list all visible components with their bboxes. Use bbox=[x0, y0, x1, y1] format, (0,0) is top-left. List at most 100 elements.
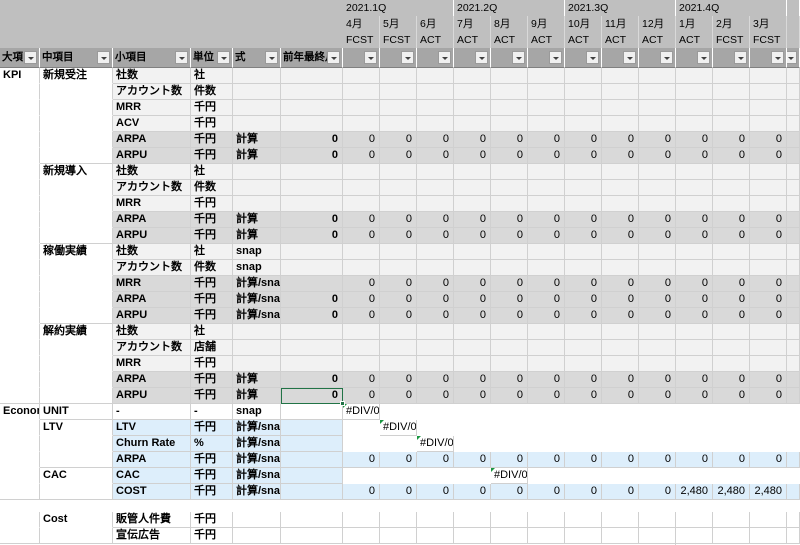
cost-row-1-prev[interactable] bbox=[281, 528, 343, 544]
cost-row-1-col-8[interactable] bbox=[639, 528, 676, 544]
kpi-row-2-col-9[interactable] bbox=[676, 100, 713, 116]
kpi-row-9-formula[interactable]: 計算 bbox=[233, 212, 281, 228]
kpi-row-0-col-2[interactable] bbox=[417, 68, 454, 84]
kpi-row-16-col-2[interactable] bbox=[417, 324, 454, 340]
kpi-row-9-col-10[interactable]: 0 bbox=[713, 212, 750, 228]
kpi-row-0-col-10[interactable] bbox=[713, 68, 750, 84]
kpi-row-19-col-11[interactable]: 0 bbox=[750, 372, 787, 388]
kpi-row-14-col-0[interactable]: 0 bbox=[343, 292, 380, 308]
kpi-row-9-col-11[interactable]: 0 bbox=[750, 212, 787, 228]
kpi-row-18-formula[interactable] bbox=[233, 356, 281, 372]
chevron-down-icon[interactable] bbox=[512, 51, 525, 64]
kpi-row-3-unit[interactable]: 千円 bbox=[191, 116, 233, 132]
kpi-row-7-col-8[interactable] bbox=[639, 180, 676, 196]
kpi-row-16-major[interactable] bbox=[0, 324, 40, 340]
kpi-row-2-col-3[interactable] bbox=[454, 100, 491, 116]
kpi-row-8-col-11[interactable] bbox=[750, 196, 787, 212]
kpi-row-18-col-9[interactable] bbox=[676, 356, 713, 372]
kpi-row-7-col-5[interactable] bbox=[528, 180, 565, 196]
cost-row-0-col-0[interactable] bbox=[343, 512, 380, 528]
kpi-row-3-formula[interactable] bbox=[233, 116, 281, 132]
kpi-row-13-major[interactable] bbox=[0, 276, 40, 292]
kpi-row-14-minor[interactable]: ARPA bbox=[113, 292, 191, 308]
kpi-row-11-col-6[interactable] bbox=[565, 244, 602, 260]
kpi-row-14-col-partial[interactable] bbox=[787, 292, 800, 308]
kpi-row-2-prev[interactable] bbox=[281, 100, 343, 116]
kpi-row-19-col-7[interactable]: 0 bbox=[602, 372, 639, 388]
kpi-row-26-prev[interactable] bbox=[281, 484, 343, 500]
kpi-row-9-col-partial[interactable] bbox=[787, 212, 800, 228]
kpi-row-17-middle[interactable] bbox=[40, 340, 113, 356]
kpi-row-21-minor[interactable]: - bbox=[113, 404, 191, 420]
kpi-row-8-col-4[interactable] bbox=[491, 196, 528, 212]
kpi-row-24-middle[interactable] bbox=[40, 452, 113, 468]
kpi-row-2-col-8[interactable] bbox=[639, 100, 676, 116]
kpi-row-24-col-0[interactable]: 0 bbox=[343, 452, 380, 468]
kpi-row-8-col-8[interactable] bbox=[639, 196, 676, 212]
kpi-row-0-col-8[interactable] bbox=[639, 68, 676, 84]
kpi-row-8-prev[interactable] bbox=[281, 196, 343, 212]
kpi-row-24-unit[interactable]: 千円 bbox=[191, 452, 233, 468]
kpi-row-25-unit[interactable]: 千円 bbox=[191, 468, 233, 484]
chevron-down-icon[interactable] bbox=[265, 51, 278, 64]
kpi-row-21-middle[interactable]: UNIT bbox=[40, 404, 113, 420]
kpi-row-6-col-4[interactable] bbox=[491, 164, 528, 180]
kpi-row-15-major[interactable] bbox=[0, 308, 40, 324]
kpi-row-22-formula[interactable]: 計算/snap bbox=[233, 420, 281, 436]
kpi-row-8-col-1[interactable] bbox=[380, 196, 417, 212]
kpi-row-18-col-2[interactable] bbox=[417, 356, 454, 372]
kpi-row-16-col-4[interactable] bbox=[491, 324, 528, 340]
kpi-row-11-col-partial[interactable] bbox=[787, 244, 800, 260]
kpi-row-13-unit[interactable]: 千円 bbox=[191, 276, 233, 292]
kpi-row-1-col-0[interactable] bbox=[343, 84, 380, 100]
kpi-row-0-col-4[interactable] bbox=[491, 68, 528, 84]
kpi-row-16-col-partial[interactable] bbox=[787, 324, 800, 340]
kpi-row-16-middle[interactable]: 解約実績 bbox=[40, 324, 113, 340]
kpi-row-26-col-5[interactable]: 0 bbox=[528, 484, 565, 500]
cost-row-1-col-partial[interactable] bbox=[787, 528, 800, 544]
kpi-row-23-middle[interactable] bbox=[40, 436, 113, 452]
kpi-row-16-formula[interactable] bbox=[233, 324, 281, 340]
chevron-down-icon[interactable] bbox=[623, 51, 636, 64]
kpi-row-1-major[interactable] bbox=[0, 84, 40, 100]
kpi-row-12-minor[interactable]: アカウント数 bbox=[113, 260, 191, 276]
cost-row-0-major[interactable] bbox=[0, 512, 40, 528]
kpi-row-14-middle[interactable] bbox=[40, 292, 113, 308]
kpi-row-26-minor[interactable]: COST bbox=[113, 484, 191, 500]
cost-row-1-col-10[interactable] bbox=[713, 528, 750, 544]
kpi-row-6-prev[interactable] bbox=[281, 164, 343, 180]
kpi-row-13-formula[interactable]: 計算/snap bbox=[233, 276, 281, 292]
kpi-row-23-minor[interactable]: Churn Rate bbox=[113, 436, 191, 452]
kpi-row-0-minor[interactable]: 社数 bbox=[113, 68, 191, 84]
kpi-row-6-col-1[interactable] bbox=[380, 164, 417, 180]
cost-row-1-minor[interactable]: 宣伝広告 bbox=[113, 528, 191, 544]
kpi-row-18-col-5[interactable] bbox=[528, 356, 565, 372]
kpi-row-1-col-10[interactable] bbox=[713, 84, 750, 100]
kpi-row-9-middle[interactable] bbox=[40, 212, 113, 228]
kpi-row-15-col-2[interactable]: 0 bbox=[417, 308, 454, 324]
kpi-row-4-col-7[interactable]: 0 bbox=[602, 132, 639, 148]
kpi-row-0-col-6[interactable] bbox=[565, 68, 602, 84]
data-column-filter-1[interactable] bbox=[380, 48, 417, 68]
kpi-row-26-formula[interactable]: 計算/snap bbox=[233, 484, 281, 500]
kpi-row-18-middle[interactable] bbox=[40, 356, 113, 372]
kpi-row-14-col-11[interactable]: 0 bbox=[750, 292, 787, 308]
kpi-row-5-col-0[interactable]: 0 bbox=[343, 148, 380, 164]
kpi-row-14-col-3[interactable]: 0 bbox=[454, 292, 491, 308]
kpi-row-6-unit[interactable]: 社 bbox=[191, 164, 233, 180]
kpi-row-15-col-7[interactable]: 0 bbox=[602, 308, 639, 324]
kpi-row-16-col-9[interactable] bbox=[676, 324, 713, 340]
kpi-row-9-col-9[interactable]: 0 bbox=[676, 212, 713, 228]
data-column-filter-4[interactable] bbox=[491, 48, 528, 68]
kpi-row-1-col-3[interactable] bbox=[454, 84, 491, 100]
kpi-row-24-col-11[interactable]: 0 bbox=[750, 452, 787, 468]
kpi-row-20-col-7[interactable]: 0 bbox=[602, 388, 639, 404]
kpi-row-10-major[interactable] bbox=[0, 228, 40, 244]
kpi-row-6-col-2[interactable] bbox=[417, 164, 454, 180]
cost-row-0-col-9[interactable] bbox=[676, 512, 713, 528]
kpi-row-7-unit[interactable]: 件数 bbox=[191, 180, 233, 196]
kpi-row-19-col-9[interactable]: 0 bbox=[676, 372, 713, 388]
kpi-row-18-col-10[interactable] bbox=[713, 356, 750, 372]
fill-handle[interactable] bbox=[340, 401, 345, 406]
kpi-row-12-col-8[interactable] bbox=[639, 260, 676, 276]
